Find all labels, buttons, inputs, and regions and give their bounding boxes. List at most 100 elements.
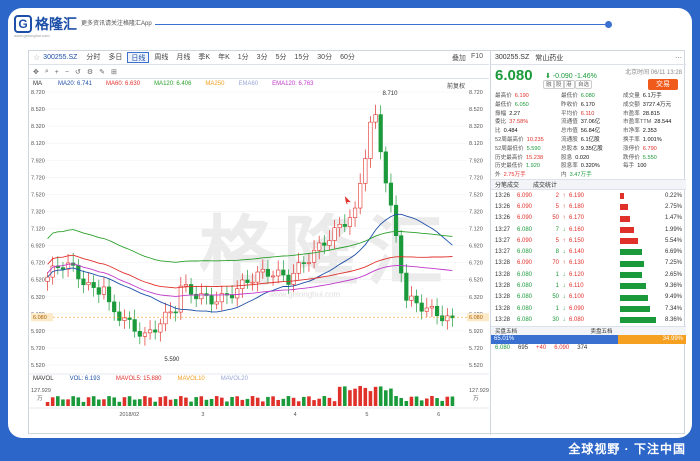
volume-bar: [122, 397, 127, 406]
volume-bar: [143, 396, 147, 406]
trades-header: 分笔成交 成交统计: [491, 178, 686, 190]
tab-period[interactable]: 多日: [105, 52, 125, 63]
favorite-star-icon[interactable]: ☆: [33, 53, 40, 62]
quote-badge[interactable]: 港: [563, 80, 575, 89]
tab-period[interactable]: 5分: [273, 52, 290, 63]
trade-a: ↑: [562, 203, 566, 210]
toolbar-tool-icon[interactable]: ↺: [75, 68, 81, 76]
logo-url: www.gelonghui.com: [14, 33, 50, 38]
candle-body: [332, 227, 337, 241]
trade-a: ↓: [562, 294, 566, 301]
trade-pct: 6.69%: [664, 249, 682, 256]
stat-value: 2.75万手: [503, 172, 526, 179]
tabbar-right-item[interactable]: 叠加: [452, 53, 466, 63]
stat-value: 100: [637, 163, 647, 170]
trade-row: 13:28 6.080 1 ↓ 6.090 7.34%: [495, 303, 682, 314]
volume-bar: [281, 398, 286, 406]
trade-p2: 6.160: [569, 226, 585, 233]
stat-cell: 每手 100: [623, 161, 689, 170]
volume-bar: [91, 396, 96, 406]
orderbook-header: 买盘五档 卖盘五档: [491, 325, 686, 335]
candle-body: [178, 285, 183, 313]
stat-value: 0.320%: [580, 163, 600, 170]
tab-period[interactable]: 30分: [314, 52, 335, 63]
stat-cell: 涨停价 6.790: [623, 144, 689, 153]
tab-period[interactable]: 年K: [215, 52, 233, 63]
buy-five-label: 买盘五档: [495, 328, 518, 335]
tab-period[interactable]: 分时: [83, 52, 103, 63]
period-tabbar: ☆ 300255.SZ 分时 多日 日线 周线 月线 季K 年K 1分 3分 5分 15分 30分 60…: [29, 51, 489, 65]
stat-label: 成交量: [623, 93, 640, 99]
toolbar-tool-icon[interactable]: ⌕: [45, 68, 49, 76]
price-change: ⬇ -0.090 -1.46%: [545, 72, 597, 80]
tab-ticks[interactable]: 分笔成交: [495, 180, 519, 189]
volume-bar: [66, 399, 70, 406]
candle-body: [117, 311, 122, 321]
stat-label: 成交额: [623, 101, 640, 108]
stat-label: 涨停价: [623, 145, 640, 152]
stat-label: 股息: [561, 154, 573, 161]
volume-bar: [107, 396, 111, 406]
volume-bar: [343, 386, 347, 406]
stat-value: 10.235: [526, 136, 544, 143]
tabbar-right-item[interactable]: F10: [471, 53, 483, 63]
volume-bar: [312, 400, 316, 406]
y-tick-label-right: 5.520: [469, 363, 483, 369]
trade-pct: 9.36%: [664, 282, 682, 289]
candle-body: [96, 287, 101, 295]
quote-code: 300255.SZ: [495, 54, 530, 61]
volume-bar: [184, 397, 188, 406]
toolbar-tool-icon[interactable]: −: [65, 69, 69, 76]
quote-actions[interactable]: ⋯: [675, 54, 682, 62]
volume-bar: [112, 397, 116, 406]
toolbar-tool-icon[interactable]: ✥: [33, 68, 39, 76]
tab-period[interactable]: 日线: [127, 52, 150, 63]
y-tick-label-right: 7.520: [469, 192, 483, 198]
x-tick-label: 3: [201, 412, 204, 418]
trade-button[interactable]: 交易: [648, 79, 678, 90]
candle-body: [245, 279, 250, 283]
candle-body: [265, 268, 271, 277]
stat-value: 0.020: [575, 154, 590, 161]
tab-period[interactable]: 月线: [173, 52, 193, 63]
tab-period[interactable]: 1分: [235, 52, 252, 63]
trade-volume-bar: [620, 317, 656, 324]
volume-bar: [225, 401, 229, 406]
tab-period[interactable]: 15分: [291, 52, 312, 63]
volume-bar: [435, 398, 439, 406]
candle-body: [188, 284, 194, 295]
toolbar-tool-icon[interactable]: ✎: [99, 68, 105, 76]
trade-row: 13:26 6.090 50 ↑ 6.170 1.47%: [495, 213, 682, 224]
header-line: [155, 24, 605, 25]
tab-period[interactable]: 60分: [337, 52, 358, 63]
tab-period[interactable]: 3分: [254, 52, 271, 63]
y-tick-label-right: 8.520: [469, 107, 483, 113]
toolbar-tool-icon[interactable]: +: [55, 69, 59, 76]
trade-pct: 7.25%: [664, 260, 682, 267]
tab-stats[interactable]: 成交统计: [533, 180, 557, 189]
volume-bar: [56, 396, 60, 406]
toolbar-tool-icon[interactable]: ⚙: [87, 68, 93, 76]
stat-value: 2.353: [642, 128, 657, 135]
candle-body: [414, 295, 419, 304]
quote-badge[interactable]: 自选: [575, 80, 593, 89]
candle-body: [424, 307, 429, 312]
trade-v: 5: [555, 237, 559, 244]
y-tick-label-right: 6.920: [469, 244, 483, 250]
stat-cell: 历史最高价 15.238: [495, 153, 561, 162]
vol-legend-item: VOL: 6.193: [69, 376, 100, 382]
toolbar-tool-icon[interactable]: ⊞: [111, 68, 117, 76]
trade-v: 70: [552, 260, 559, 267]
trade-v: 1: [555, 271, 559, 278]
volume-bar: [378, 386, 383, 406]
trade-a: ↓: [562, 282, 566, 289]
stat-value: 6.790: [642, 145, 657, 152]
price-box: 6.080 ⬇ -0.090 -1.46% 北京时间 06/11 13:28 融…: [491, 65, 686, 91]
trade-p: 6.080: [517, 282, 533, 289]
tab-period[interactable]: 周线: [151, 52, 171, 63]
tab-period[interactable]: 季K: [195, 52, 213, 63]
volume-bar: [307, 396, 311, 406]
trade-row: 13:28 6.090 70 ↑ 6.130 7.25%: [495, 258, 682, 269]
stat-label: 外: [495, 172, 501, 179]
logo-text: 格隆汇: [35, 16, 77, 32]
